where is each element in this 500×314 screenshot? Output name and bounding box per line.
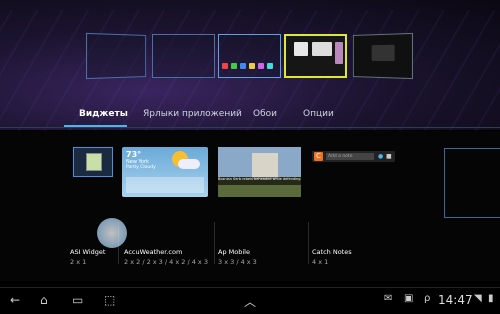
widget-name: ASI Widget: [70, 248, 106, 256]
news-headline: Bosnian Serb rebels beheaded while defen…: [218, 177, 301, 185]
tab-app-shortcuts[interactable]: Ярлыки приложений: [143, 109, 242, 119]
recent-apps-icon[interactable]: ▭: [72, 293, 83, 307]
widget-size: 2 x 1: [70, 258, 87, 266]
battery-icon: ▮: [488, 293, 494, 304]
divider: [308, 222, 309, 264]
ap-mobile-widget-preview[interactable]: Bosnian Serb rebels beheaded while defen…: [218, 147, 301, 197]
widget-size: 2 x 2 / 2 x 3 / 4 x 2 / 4 x 3: [124, 258, 208, 266]
watermark-logo: [97, 218, 127, 248]
widget-name: Ap Mobile: [218, 248, 250, 256]
catch-logo-icon: C: [314, 152, 323, 161]
widget-size: 4 x 1: [312, 258, 329, 266]
camera-icon: ■: [386, 153, 392, 160]
weather-condition: Partly Cloudy: [126, 165, 156, 170]
cloud-icon: [178, 159, 200, 169]
document-icon: [86, 153, 102, 171]
home-screen-5[interactable]: [352, 32, 413, 80]
weather-temp: 73°: [126, 150, 142, 159]
castle-image: [252, 153, 278, 179]
system-bar: ← ⌂ ▭ ⬚ ︿ ✉ ▣ ρ 14:47 ◥ ▮: [0, 287, 500, 314]
adjacent-screen-edge: [444, 148, 500, 218]
mic-icon: ●: [378, 153, 384, 160]
accuweather-widget-preview[interactable]: 73° New York Partly Cloudy: [122, 147, 208, 197]
tab-options[interactable]: Опции: [303, 109, 334, 119]
widget-name: Catch Notes: [312, 248, 352, 256]
tab-wallpapers[interactable]: Обои: [253, 109, 277, 119]
clock: 14:47: [438, 293, 473, 307]
widget-name: AccuWeather.com: [124, 248, 183, 256]
tab-widgets[interactable]: Виджеты: [79, 109, 128, 119]
catch-notes-widget-preview[interactable]: C Add a note ● ■: [312, 151, 395, 162]
notification-icon[interactable]: ▣: [404, 293, 413, 304]
home-screen-2[interactable]: [152, 34, 215, 78]
up-arrow-icon[interactable]: ︿: [244, 293, 256, 310]
home-screen-1[interactable]: [86, 32, 147, 80]
widget-size: 3 x 3 / 4 x 3: [218, 258, 257, 266]
forecast-strip: [126, 177, 204, 193]
email-icon[interactable]: ✉: [384, 293, 392, 304]
screenshot-icon[interactable]: ⬚: [104, 293, 115, 307]
asi-widget-preview[interactable]: [73, 147, 113, 177]
p-icon[interactable]: ρ: [424, 293, 430, 304]
home-screen-4-active[interactable]: [284, 34, 347, 78]
divider: [214, 222, 215, 264]
wifi-icon: ◥: [474, 293, 482, 304]
back-icon[interactable]: ←: [10, 293, 20, 307]
home-screen-3[interactable]: [218, 34, 281, 78]
home-icon[interactable]: ⌂: [40, 293, 48, 307]
add-note-field: Add a note: [326, 153, 374, 160]
tab-divider: [0, 127, 500, 128]
